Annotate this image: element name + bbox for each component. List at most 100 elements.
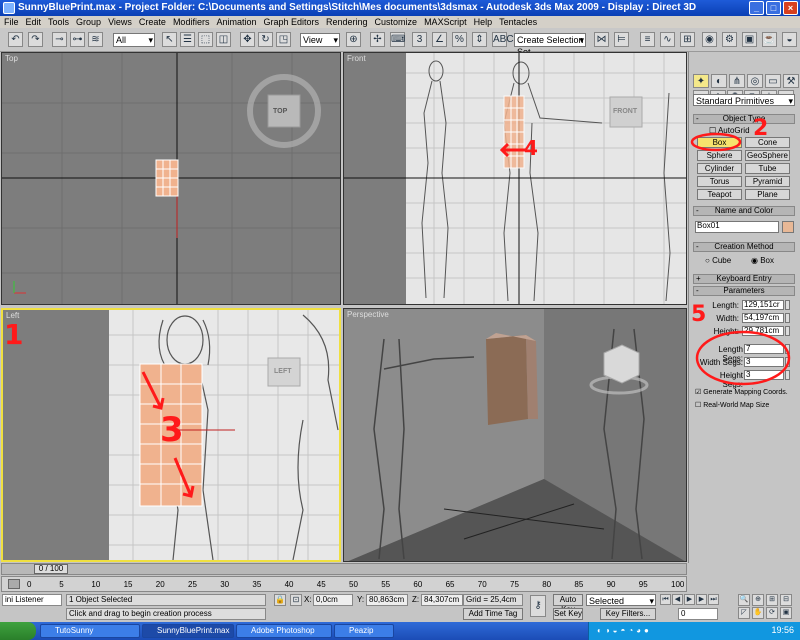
viewport-top[interactable]: Top TOP [1, 52, 341, 305]
menu-tools[interactable]: Tools [48, 16, 69, 28]
taskbar-item-3dsmax[interactable]: SunnyBluePrint.max [142, 624, 234, 638]
render-production-icon[interactable]: ☕ [762, 32, 777, 47]
sphere-button[interactable]: Sphere [697, 150, 742, 161]
length-segs-field[interactable]: 7 [744, 344, 784, 354]
add-time-tag-button[interactable]: Add Time Tag [463, 608, 523, 620]
taskbar-item-peazip[interactable]: Peazip [334, 624, 394, 638]
selection-filter-dropdown[interactable]: All [113, 33, 155, 47]
height-segs-field[interactable]: 3 [744, 370, 784, 380]
geosphere-button[interactable]: GeoSphere [745, 150, 790, 161]
link-icon[interactable]: ⊸ [52, 32, 67, 47]
menu-modifiers[interactable]: Modifiers [173, 16, 210, 28]
time-slider[interactable]: 0 / 100 [1, 563, 687, 575]
previous-frame-icon[interactable]: ◀ [672, 594, 683, 605]
maximize-viewport-icon[interactable]: ▣ [780, 607, 792, 619]
window-crossing-icon[interactable]: ◫ [216, 32, 231, 47]
teapot-button[interactable]: Teapot [697, 189, 742, 200]
lock-selection-icon[interactable]: 🔒 [274, 594, 286, 606]
z-coordinate-field[interactable]: 84,307cm [421, 594, 463, 606]
taskbar-item-photoshop[interactable]: Adobe Photoshop [236, 624, 332, 638]
mini-curve-editor-icon[interactable] [8, 579, 20, 589]
pan-icon[interactable]: ✋ [752, 607, 764, 619]
object-color-swatch[interactable] [782, 221, 794, 233]
time-slider-thumb[interactable]: 0 / 100 [34, 564, 68, 574]
menu-file[interactable]: File [4, 16, 19, 28]
rectangular-selection-icon[interactable]: ⬚ [198, 32, 213, 47]
generate-mapping-checkbox[interactable]: ☑ Generate Mapping Coords. [695, 388, 788, 396]
zoom-extents-icon[interactable]: ⊞ [766, 594, 778, 606]
width-field[interactable]: 54,197cm [742, 313, 784, 323]
material-editor-icon[interactable]: ◉ [702, 32, 717, 47]
menu-rendering[interactable]: Rendering [326, 16, 368, 28]
rollout-creation-method[interactable]: - Creation Method [693, 242, 795, 252]
menu-views[interactable]: Views [108, 16, 132, 28]
height-field[interactable]: 29,781cm [742, 326, 784, 336]
current-frame-field[interactable]: 0 [678, 608, 718, 620]
track-bar[interactable]: 0 5 10 15 20 25 30 35 40 45 50 55 60 65 70 75 80 85 90 95 10… [1, 576, 687, 592]
key-selection-dropdown[interactable]: Selected [586, 594, 656, 607]
key-filters-button[interactable]: Key Filters... [600, 608, 656, 620]
utilities-tab-icon[interactable]: ⚒ [783, 74, 799, 88]
tray-icons[interactable]: ◐◑◒◓◔◕● [597, 626, 652, 635]
set-key-icon[interactable]: ⚷ [530, 595, 546, 617]
menu-customize[interactable]: Customize [375, 16, 418, 28]
maxscript-listener[interactable]: ini Listener [2, 594, 62, 606]
box-button[interactable]: Box [697, 137, 742, 148]
select-rotate-icon[interactable]: ↻ [258, 32, 273, 47]
length-spinner[interactable] [785, 300, 790, 310]
rendered-frame-icon[interactable]: ▣ [742, 32, 757, 47]
select-object-icon[interactable]: ↖ [162, 32, 177, 47]
schematic-view-icon[interactable]: ⊞ [680, 32, 695, 47]
mirror-icon[interactable]: ⋈ [594, 32, 609, 47]
auto-key-button[interactable]: Auto Key [553, 594, 583, 614]
menu-group[interactable]: Group [76, 16, 101, 28]
orbit-icon[interactable]: ⟳ [766, 607, 778, 619]
zoom-icon[interactable]: 🔍 [738, 594, 750, 606]
create-tab-icon[interactable]: ✦ [693, 74, 709, 88]
zoom-extents-all-icon[interactable]: ⊟ [780, 594, 792, 606]
object-name-field[interactable]: Box01 [695, 221, 779, 233]
menu-help[interactable]: Help [474, 16, 493, 28]
render-setup-icon[interactable]: ⚙ [722, 32, 737, 47]
creation-box-radio[interactable]: ◉ Box [751, 256, 774, 265]
realworld-map-checkbox[interactable]: ☐ Real-World Map Size [695, 401, 769, 409]
primitive-category-dropdown[interactable]: Standard Primitives [693, 94, 795, 107]
bind-spacewarp-icon[interactable]: ≋ [88, 32, 103, 47]
render-iterative-icon[interactable]: ◒ [782, 32, 797, 47]
rollout-name-color[interactable]: - Name and Color [693, 206, 795, 216]
cylinder-button[interactable]: Cylinder [697, 163, 742, 174]
length-field[interactable]: 129,151cr [742, 300, 784, 310]
rollout-parameters[interactable]: - Parameters [693, 286, 795, 296]
torus-button[interactable]: Torus [697, 176, 742, 187]
absolute-mode-icon[interactable]: ⊡ [290, 594, 302, 606]
redo-icon[interactable]: ↷ [28, 32, 43, 47]
goto-end-icon[interactable]: ⏭ [708, 594, 719, 605]
plane-button[interactable]: Plane [745, 189, 790, 200]
reference-coord-dropdown[interactable]: View [300, 33, 340, 47]
edit-named-selection-icon[interactable]: ABC [492, 32, 514, 47]
play-icon[interactable]: ▶ [684, 594, 695, 605]
minimize-button[interactable]: _ [749, 1, 764, 15]
viewport-label-perspective[interactable]: Perspective [347, 310, 389, 319]
curve-editor-icon[interactable]: ∿ [660, 32, 675, 47]
y-coordinate-field[interactable]: 80,863cm [366, 594, 408, 606]
field-of-view-icon[interactable]: ◸ [738, 607, 750, 619]
modify-tab-icon[interactable]: ◐ [711, 74, 727, 88]
named-selection-dropdown[interactable]: Create Selection Set [514, 33, 586, 57]
goto-start-icon[interactable]: ⏮ [660, 594, 671, 605]
pivot-center-icon[interactable]: ⊕ [346, 32, 361, 47]
menu-edit[interactable]: Edit [26, 16, 42, 28]
motion-tab-icon[interactable]: ◎ [747, 74, 763, 88]
select-manipulate-icon[interactable]: ✢ [370, 32, 385, 47]
autogrid-checkbox[interactable]: ☐ AutoGrid [709, 126, 750, 135]
menu-create[interactable]: Create [139, 16, 166, 28]
snaps-toggle-icon[interactable]: 3 [412, 32, 427, 47]
next-frame-icon[interactable]: ▶ [696, 594, 707, 605]
pyramid-button[interactable]: Pyramid [745, 176, 790, 187]
unlink-icon[interactable]: ⊶ [70, 32, 85, 47]
keyboard-shortcut-icon[interactable]: ⌨ [390, 32, 405, 47]
hierarchy-tab-icon[interactable]: ⋔ [729, 74, 745, 88]
menu-animation[interactable]: Animation [216, 16, 256, 28]
menu-maxscript[interactable]: MAXScript [424, 16, 467, 28]
viewport-perspective[interactable]: Perspective [343, 308, 687, 562]
